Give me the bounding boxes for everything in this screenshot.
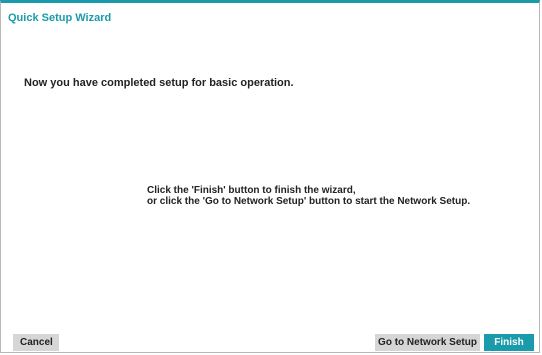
instruction-line-2: or click the 'Go to Network Setup' butto… [147, 196, 471, 207]
dialog-title: Quick Setup Wizard [8, 12, 112, 24]
cancel-button[interactable]: Cancel [13, 334, 59, 351]
instructions-text: Click the 'Finish' button to finish the … [147, 185, 470, 207]
finish-button[interactable]: Finish [484, 334, 534, 351]
completion-message: Now you have completed setup for basic o… [24, 77, 294, 89]
instruction-line-1: Click the 'Finish' button to finish the … [147, 185, 356, 196]
quick-setup-wizard-dialog: Quick Setup Wizard Now you have complete… [0, 0, 540, 353]
go-to-network-setup-button[interactable]: Go to Network Setup [375, 334, 480, 351]
